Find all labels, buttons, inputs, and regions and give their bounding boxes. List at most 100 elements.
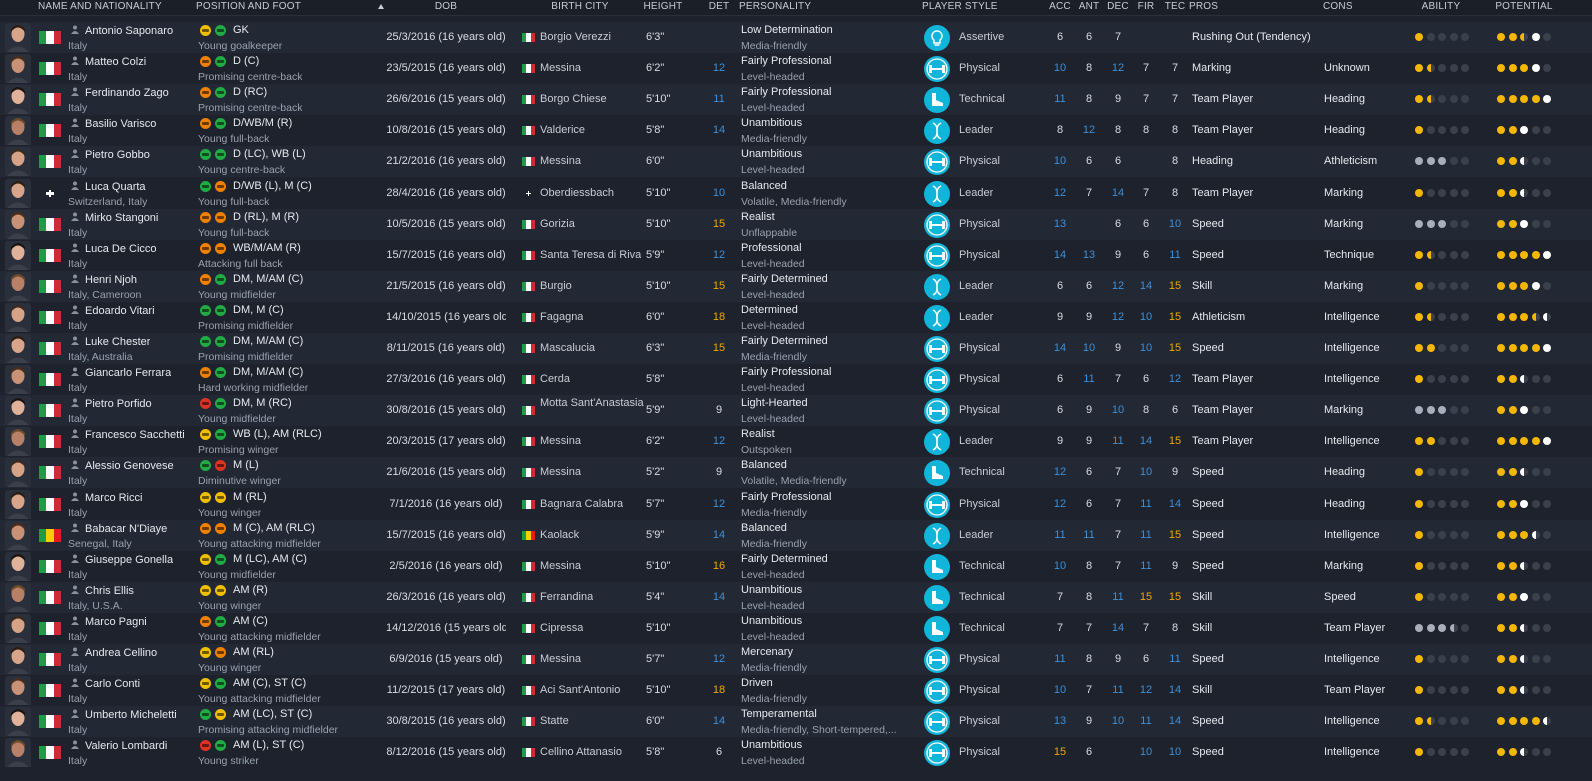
player-name[interactable]: Luke Chester (85, 336, 150, 348)
table-row[interactable]: Basilio Varisco Italy D/WB/M (R) Young full… (0, 115, 1592, 146)
player-name[interactable]: Pietro Gobbo (85, 149, 150, 161)
player-name[interactable]: Edoardo Vitari (85, 305, 155, 317)
player-name[interactable]: Pietro Porfido (85, 398, 152, 410)
stat-fir: 11 (1140, 560, 1152, 572)
star-icon (1531, 282, 1540, 290)
player-name[interactable]: Umberto Micheletti (85, 709, 177, 721)
player-style: Technical (959, 466, 1005, 478)
italy-flag-icon (522, 313, 535, 322)
player-name[interactable]: Babacar N'Diaye (85, 523, 167, 535)
star-icon (1520, 624, 1528, 632)
table-row[interactable]: Matteo Colzi Italy D (C) Promising centre-b… (0, 53, 1592, 84)
star-icon (1461, 624, 1469, 632)
col-det[interactable]: DET (709, 1, 730, 12)
player-name[interactable]: Basilio Varisco (85, 118, 156, 130)
table-row[interactable]: Giancarlo Ferrara Italy DM, M/AM (C) Hard w… (0, 364, 1592, 395)
player-birth-city: Kaolack (540, 529, 580, 541)
col-height[interactable]: HEIGHT (644, 1, 683, 12)
star-icon (1531, 220, 1540, 228)
person-icon (71, 429, 79, 438)
table-row[interactable]: Marco Ricci Italy M (RL) Young winger 7/1/20… (0, 489, 1592, 520)
star-icon (1508, 344, 1517, 352)
player-name[interactable]: Francesco Sacchetti (85, 429, 185, 441)
table-row[interactable]: Valerio Lombardi Italy AM (L), ST (C) Young… (0, 737, 1592, 768)
player-name[interactable]: Ferdinando Zago (85, 87, 169, 99)
col-personality[interactable]: PERSONALITY (739, 1, 811, 12)
player-name[interactable]: Marco Ricci (85, 492, 142, 504)
player-name[interactable]: Henri Njoh (85, 274, 137, 286)
table-row[interactable]: Marco Pagni Italy AM (C) Young attacking mi… (0, 613, 1592, 644)
player-cons: Intelligence (1324, 715, 1380, 727)
col-dec[interactable]: DEC (1107, 1, 1129, 12)
table-row[interactable]: Edoardo Vitari Italy DM, M (C) Promising mi… (0, 302, 1592, 333)
player-name[interactable]: Chris Ellis (85, 585, 134, 597)
star-icon (1449, 531, 1458, 539)
table-row[interactable]: Chris Ellis Italy, U.S.A. AM (R) Young wing… (0, 582, 1592, 613)
player-cons: Team Player (1324, 622, 1386, 634)
italy-flag-icon (39, 249, 61, 262)
table-row[interactable]: Pietro Gobbo Italy D (LC), WB (L) Young cen… (0, 146, 1592, 177)
star-icon (1531, 437, 1540, 445)
col-dob[interactable]: DOB (435, 1, 457, 12)
table-row[interactable]: Carlo Conti Italy AM (C), ST (C) Young atta… (0, 675, 1592, 706)
player-name[interactable]: Luca Quarta (85, 181, 146, 193)
stat-fir: 8 (1142, 404, 1150, 416)
sort-arrow-icon[interactable] (378, 4, 384, 9)
star-icon (1508, 33, 1517, 41)
col-player-style[interactable]: PLAYER STYLE (922, 1, 998, 12)
col-cons[interactable]: CONS (1323, 1, 1353, 12)
player-name[interactable]: Luca De Cicco (85, 243, 157, 255)
table-row[interactable]: Umberto Micheletti Italy AM (LC), ST (C) Pr… (0, 706, 1592, 737)
col-ability[interactable]: ABILITY (1422, 1, 1461, 12)
col-potential[interactable]: POTENTIAL (1495, 1, 1552, 12)
player-name[interactable]: Giuseppe Gonella (85, 554, 173, 566)
table-row[interactable]: Ferdinando Zago Italy D (RC) Promising cent… (0, 84, 1592, 115)
table-row[interactable]: Giuseppe Gonella Italy M (LC), AM (C) Young… (0, 551, 1592, 582)
media-handling: Level-headed (741, 413, 805, 425)
stat-det: 15 (712, 342, 726, 354)
player-name[interactable]: Giancarlo Ferrara (85, 367, 171, 379)
col-pros[interactable]: PROS (1189, 1, 1218, 12)
table-row[interactable]: Mirko Stangoni Italy D (RL), M (R) Young fu… (0, 209, 1592, 240)
player-cons: Intelligence (1324, 529, 1380, 541)
col-ant[interactable]: ANT (1079, 1, 1100, 12)
table-row[interactable]: Andrea Cellino Italy AM (RL) Young winger 6/… (0, 644, 1592, 675)
player-name[interactable]: Carlo Conti (85, 678, 140, 690)
player-name[interactable]: Andrea Cellino (85, 647, 157, 659)
player-name[interactable]: Valerio Lombardi (85, 740, 167, 752)
player-name[interactable]: Marco Pagni (85, 616, 147, 628)
table-row[interactable]: Alessio Genovese Italy M (L) Diminutive win… (0, 457, 1592, 488)
player-face-avatar (5, 583, 31, 612)
col-name[interactable]: NAME AND NATIONALITY (38, 1, 162, 12)
player-name[interactable]: Mirko Stangoni (85, 212, 158, 224)
table-row[interactable]: Antonio Saponaro Italy GK Young goalkeeper 2… (0, 22, 1592, 53)
player-name[interactable]: Matteo Colzi (85, 56, 146, 68)
right-foot-icon (215, 523, 226, 534)
player-style: Physical (959, 218, 1000, 230)
right-foot-icon (215, 740, 226, 751)
table-row[interactable]: Luke Chester Italy, Australia DM, M/AM (C)… (0, 333, 1592, 364)
italy-flag-icon (39, 404, 61, 417)
col-fir[interactable]: FIR (1138, 1, 1155, 12)
player-name[interactable]: Antonio Saponaro (85, 25, 173, 37)
table-row[interactable]: Henri Njoh Italy, Cameroon DM, M/AM (C) You… (0, 271, 1592, 302)
player-pros: Skill (1192, 591, 1213, 603)
player-pros: Marking (1192, 62, 1232, 74)
player-name[interactable]: Alessio Genovese (85, 460, 174, 472)
col-acc[interactable]: ACC (1049, 1, 1071, 12)
table-row[interactable]: Francesco Sacchetti Italy WB (L), AM (RLC)… (0, 426, 1592, 457)
dumbbell-icon (924, 212, 950, 238)
table-row[interactable]: Luca De Cicco Italy WB/M/AM (R) Attacking f… (0, 240, 1592, 271)
player-position: DM, M/AM (C) (233, 366, 304, 378)
table-row[interactable]: Babacar N'Diaye Senegal, Italy M (C), AM (… (0, 520, 1592, 551)
player-position: DM, M (C) (233, 304, 284, 316)
player-face-avatar (5, 645, 31, 674)
star-icon (1438, 33, 1446, 41)
col-birth-city[interactable]: BIRTH CITY (551, 1, 608, 12)
table-row[interactable]: Luca Quarta Switzerland, Italy D/WB (L), M… (0, 178, 1592, 209)
col-tec[interactable]: TEC (1165, 1, 1186, 12)
player-nationality: Italy (68, 631, 88, 643)
col-position[interactable]: POSITION AND FOOT (196, 1, 301, 12)
player-cons: Heading (1324, 124, 1365, 136)
table-row[interactable]: Pietro Porfido Italy DM, M (RC) Young midfi… (0, 395, 1592, 426)
